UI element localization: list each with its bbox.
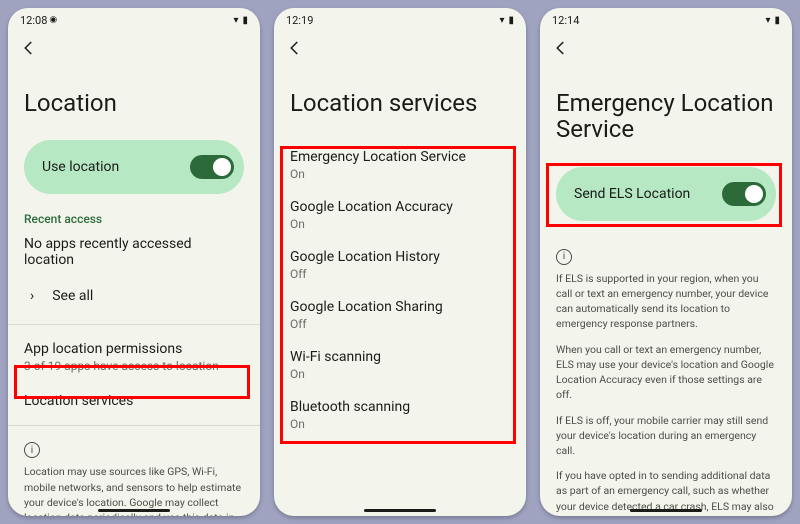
send-els-toggle-row[interactable]: Send ELS Location (556, 167, 776, 221)
status-time: 12:19 (286, 14, 313, 27)
see-all-label: See all (52, 288, 93, 304)
use-location-label: Use location (42, 159, 119, 175)
nav-bar (274, 32, 526, 68)
service-row[interactable]: Wi-Fi scanning On (290, 340, 510, 390)
app-perm-title: App location permissions (24, 341, 244, 357)
location-services-row[interactable]: Location services (24, 383, 244, 419)
els-paragraph-1: If ELS is supported in your region, when… (556, 271, 776, 332)
battery-icon: ▮ (242, 15, 248, 26)
service-status: On (290, 417, 510, 431)
app-perm-sub: 3 of 19 apps have access to location (24, 359, 244, 373)
screen-location-services: 12:19 ▾ ▮ Location services Emergency Lo… (274, 8, 526, 516)
battery-icon: ▮ (508, 15, 514, 26)
service-title: Google Location Sharing (290, 299, 510, 315)
service-status: On (290, 167, 510, 181)
status-bar: 12:19 ▾ ▮ (274, 8, 526, 32)
status-time: 12:08 (20, 14, 47, 27)
info-icon: i (556, 249, 572, 265)
page-title: Location services (290, 90, 510, 116)
status-bar: 12:14 ▾ ▮ (540, 8, 792, 32)
els-paragraph-3: If ELS is off, your mobile carrier may s… (556, 413, 776, 459)
status-bar: 12:08 ◉ ▾ ▮ (8, 8, 260, 32)
service-status: On (290, 217, 510, 231)
service-row[interactable]: Google Location Accuracy On (290, 190, 510, 240)
use-location-switch[interactable] (190, 155, 234, 179)
service-status: Off (290, 317, 510, 331)
wifi-icon: ▾ (233, 15, 238, 26)
wifi-icon: ▾ (765, 15, 770, 26)
info-icon: i (24, 442, 40, 458)
page-title: Emergency Location Service (556, 90, 776, 143)
nav-bar (540, 32, 792, 68)
service-title: Emergency Location Service (290, 149, 510, 165)
service-title: Google Location History (290, 249, 510, 265)
service-row[interactable]: Bluetooth scanning On (290, 390, 510, 440)
service-title: Bluetooth scanning (290, 399, 510, 415)
location-services-title: Location services (24, 393, 244, 409)
no-apps-text: No apps recently accessed location (24, 236, 244, 268)
home-indicator[interactable] (98, 509, 170, 512)
page-title: Location (24, 90, 244, 116)
send-els-label: Send ELS Location (574, 186, 690, 202)
back-button[interactable] (20, 39, 38, 61)
screen-location: 12:08 ◉ ▾ ▮ Location Use location Recent… (8, 8, 260, 516)
battery-icon: ▮ (774, 15, 780, 26)
back-button[interactable] (552, 39, 570, 61)
service-status: On (290, 367, 510, 381)
app-location-permissions-row[interactable]: App location permissions 3 of 19 apps ha… (24, 331, 244, 383)
chevron-right-icon: › (30, 288, 34, 304)
home-indicator[interactable] (364, 509, 436, 512)
back-button[interactable] (286, 39, 304, 61)
wifi-icon: ▾ (499, 15, 504, 26)
see-all-row[interactable]: › See all (24, 278, 244, 318)
service-row[interactable]: Emergency Location Service On (290, 140, 510, 190)
send-els-switch[interactable] (722, 182, 766, 206)
status-rec-icon: ◉ (49, 15, 57, 25)
service-title: Google Location Accuracy (290, 199, 510, 215)
home-indicator[interactable] (630, 509, 702, 512)
els-paragraph-2: When you call or text an emergency numbe… (556, 342, 776, 403)
service-status: Off (290, 267, 510, 281)
use-location-toggle-row[interactable]: Use location (24, 140, 244, 194)
recent-access-label: Recent access (24, 212, 244, 226)
service-row[interactable]: Google Location Sharing Off (290, 290, 510, 340)
service-title: Wi-Fi scanning (290, 349, 510, 365)
screen-els: 12:14 ▾ ▮ Emergency Location Service Sen… (540, 8, 792, 516)
nav-bar (8, 32, 260, 68)
service-row[interactable]: Google Location History Off (290, 240, 510, 290)
status-time: 12:14 (552, 14, 579, 27)
